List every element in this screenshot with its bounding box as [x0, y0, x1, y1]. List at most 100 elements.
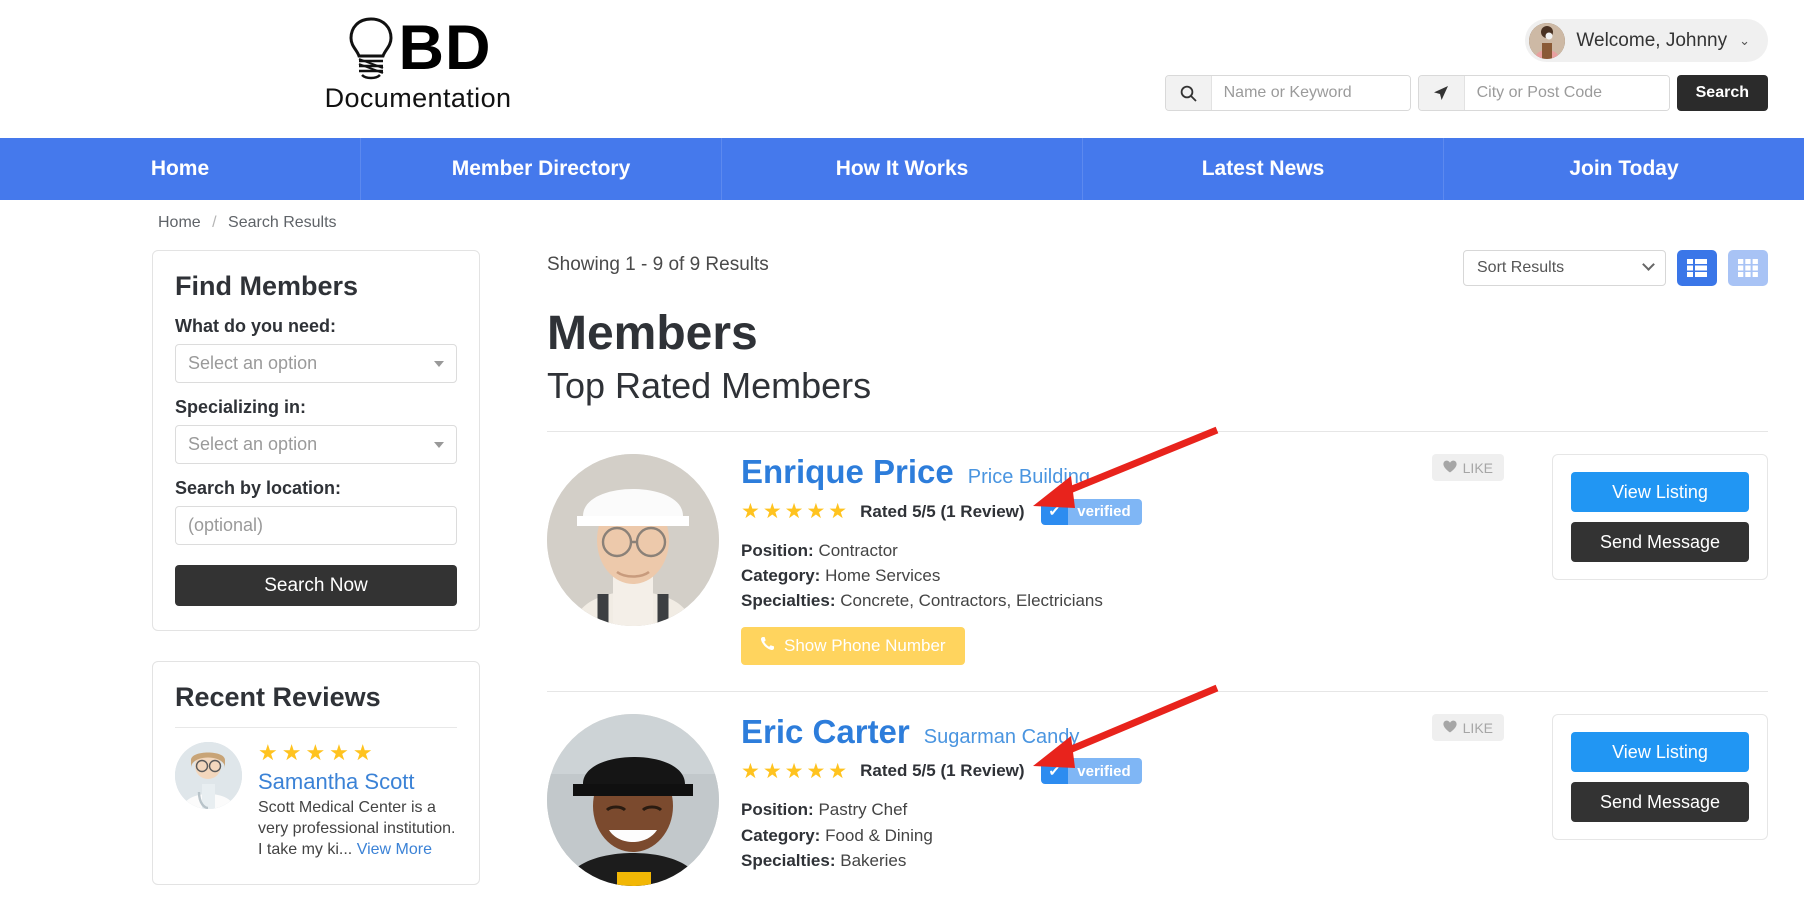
- send-message-button[interactable]: Send Message: [1571, 782, 1749, 823]
- meta-position-value: Contractor: [818, 540, 898, 560]
- listing-actions: View Listing Send Message: [1552, 454, 1768, 581]
- meta-specialties: Specialties: Concrete, Contractors, Elec…: [741, 588, 1432, 613]
- avatar[interactable]: [547, 714, 719, 887]
- review-stars: ★★★★★: [258, 740, 377, 765]
- nav-item-member-directory[interactable]: Member Directory: [361, 138, 722, 200]
- sidebar-location-placeholder: (optional): [188, 515, 264, 535]
- heart-icon: [1443, 460, 1457, 476]
- list-item: Eric Carter Sugarman Candy ★★★★★ Rated 5…: [547, 684, 1768, 887]
- meta-specialties: Specialties: Bakeries: [741, 848, 1432, 873]
- breadcrumb-current: Search Results: [228, 214, 337, 231]
- review-author-link[interactable]: Samantha Scott: [258, 769, 457, 795]
- verified-label: verified: [1068, 758, 1142, 785]
- like-label: LIKE: [1462, 459, 1493, 476]
- recent-reviews-panel: Recent Reviews ★★★★★ Samantha Scott Scot…: [152, 661, 480, 886]
- meta-category: Category: Food & Dining: [741, 823, 1432, 848]
- logo-row: BD: [345, 14, 492, 82]
- rating-text: Rated 5/5 (1 Review): [860, 501, 1025, 521]
- site-logo[interactable]: BD Documentation: [312, 14, 524, 122]
- breadcrumb-separator: /: [212, 214, 217, 231]
- meta-category-value: Home Services: [825, 565, 941, 585]
- meta-specialties-value: Concrete, Contractors, Electricians: [840, 591, 1103, 611]
- nav-item-latest-news[interactable]: Latest News: [1083, 138, 1444, 200]
- avatar: [1529, 22, 1566, 59]
- label-search-by-location: Search by location:: [175, 478, 342, 498]
- send-message-button[interactable]: Send Message: [1571, 522, 1749, 563]
- view-listing-button[interactable]: View Listing: [1571, 472, 1749, 513]
- recent-reviews-title: Recent Reviews: [175, 682, 381, 712]
- select-specializing-in[interactable]: Select an option: [175, 425, 457, 464]
- list-view-icon[interactable]: [1677, 250, 1717, 286]
- find-members-panel: Find Members What do you need: Select an…: [152, 250, 480, 631]
- nav-item-how-it-works[interactable]: How It Works: [722, 138, 1083, 200]
- navigation-arrow-icon: [1418, 76, 1465, 110]
- search-now-button[interactable]: Search Now: [175, 565, 457, 606]
- chevron-down-icon: [1642, 258, 1655, 271]
- phone-icon: [760, 636, 775, 656]
- meta-category-value: Food & Dining: [825, 825, 933, 845]
- results-count: Showing 1 - 9 of 9 Results: [547, 254, 769, 275]
- avatar: [175, 742, 242, 809]
- like-button[interactable]: LIKE: [1431, 714, 1504, 742]
- location-input[interactable]: [1464, 76, 1669, 110]
- search-input[interactable]: [1211, 76, 1410, 110]
- user-menu[interactable]: Welcome, Johnny ⌄: [1525, 19, 1768, 62]
- search-icon: [1165, 76, 1212, 110]
- meta-position-value: Pastry Chef: [818, 800, 908, 820]
- select-specializing-in-value: Select an option: [188, 434, 318, 454]
- meta-category-label: Category:: [741, 825, 821, 845]
- page-body: Find Members What do you need: Select an…: [0, 242, 1804, 887]
- heart-icon: [1443, 720, 1457, 736]
- meta-position-label: Position:: [741, 540, 814, 560]
- meta-category-label: Category:: [741, 565, 821, 585]
- label-what-do-you-need: What do you need:: [175, 316, 336, 336]
- divider: [175, 727, 457, 728]
- list-item: Enrique Price Price Building ★★★★★ Rated…: [547, 427, 1768, 666]
- main-navigation: Home Member Directory How It Works Lates…: [0, 138, 1804, 200]
- select-what-do-you-need-value: Select an option: [188, 353, 318, 373]
- listing-header: Eric Carter Sugarman Candy: [741, 713, 1432, 750]
- list-item: ★★★★★ Samantha Scott Scott Medical Cente…: [175, 742, 457, 860]
- breadcrumb-home[interactable]: Home: [158, 214, 201, 231]
- status-badge: ✔ verified: [1040, 758, 1142, 785]
- like-button[interactable]: LIKE: [1431, 454, 1504, 482]
- chevron-down-icon: [434, 360, 444, 367]
- nav-item-home[interactable]: Home: [0, 138, 361, 200]
- listing-name-link[interactable]: Eric Carter: [741, 713, 910, 750]
- search-button[interactable]: Search: [1676, 75, 1768, 111]
- rating-row: ★★★★★ Rated 5/5 (1 Review) ✔ verified: [741, 758, 1432, 785]
- rating-stars: ★★★★★: [741, 759, 851, 783]
- listing-meta: Position: Contractor Category: Home Serv…: [741, 538, 1432, 613]
- find-members-title: Find Members: [175, 271, 359, 301]
- page-title: Members: [547, 307, 758, 360]
- check-icon: ✔: [1040, 498, 1069, 525]
- listing-header: Enrique Price Price Building: [741, 454, 1432, 491]
- view-listing-button[interactable]: View Listing: [1571, 732, 1749, 773]
- results-toolbar: Showing 1 - 9 of 9 Results Sort Results: [547, 250, 1768, 286]
- nav-item-join-today[interactable]: Join Today: [1444, 138, 1804, 200]
- meta-specialties-label: Specialties:: [741, 850, 836, 870]
- rating-stars: ★★★★★: [741, 500, 851, 524]
- select-what-do-you-need[interactable]: Select an option: [175, 344, 457, 383]
- sidebar: Find Members What do you need: Select an…: [152, 250, 480, 886]
- label-specializing-in: Specializing in:: [175, 397, 307, 417]
- listing-company-link[interactable]: Sugarman Candy: [924, 726, 1080, 749]
- like-label: LIKE: [1462, 719, 1493, 736]
- sort-results-select[interactable]: Sort Results: [1463, 250, 1666, 286]
- view-more-link[interactable]: View More: [357, 841, 432, 858]
- verified-label: verified: [1068, 498, 1142, 525]
- meta-specialties-label: Specialties:: [741, 591, 836, 611]
- rating-text: Rated 5/5 (1 Review): [860, 761, 1025, 781]
- site-header: BD Documentation Welcome, Johnny ⌄ Name …: [0, 0, 1804, 138]
- listing-name-link[interactable]: Enrique Price: [741, 454, 954, 491]
- location-search-group: [1417, 75, 1670, 111]
- page-subtitle: Top Rated Members: [547, 364, 872, 406]
- listing-details: Enrique Price Price Building ★★★★★ Rated…: [741, 454, 1432, 666]
- review-text: Scott Medical Center is a very professio…: [258, 797, 457, 860]
- show-phone-number-button[interactable]: Show Phone Number: [741, 627, 965, 666]
- sidebar-location-input[interactable]: (optional): [175, 506, 457, 545]
- avatar[interactable]: [547, 454, 719, 627]
- grid-view-icon[interactable]: [1728, 250, 1768, 286]
- listing-company-link[interactable]: Price Building: [968, 466, 1090, 489]
- review-body: ★★★★★ Samantha Scott Scott Medical Cente…: [258, 742, 457, 860]
